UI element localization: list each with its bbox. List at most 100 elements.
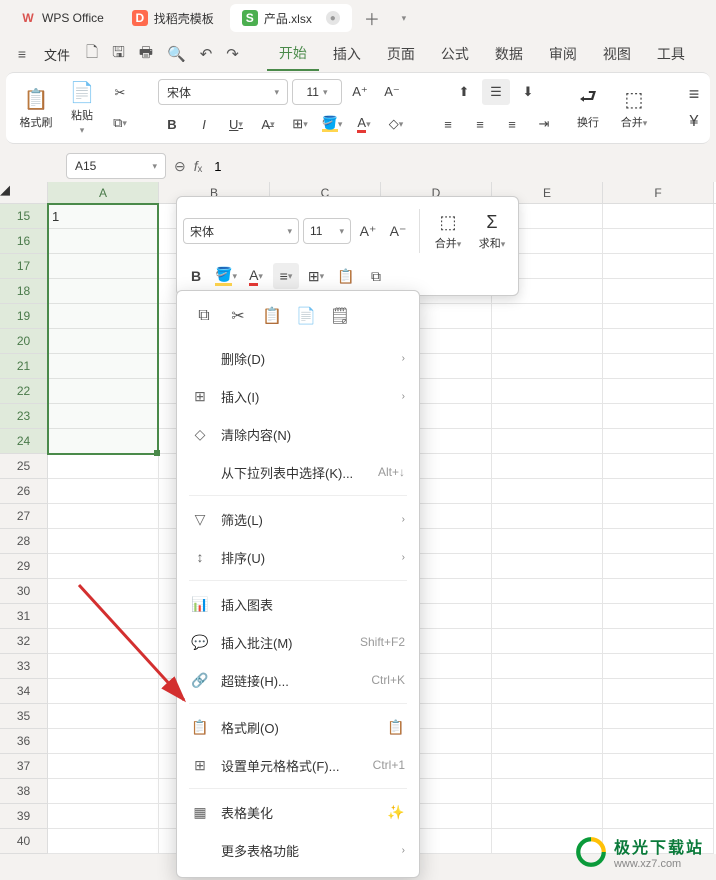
tab-tools[interactable]: 工具 bbox=[645, 38, 697, 70]
cell[interactable] bbox=[603, 604, 714, 629]
cell[interactable] bbox=[603, 654, 714, 679]
decrease-font-icon[interactable]: A⁻ bbox=[385, 218, 411, 244]
ctx-hyperlink[interactable]: 🔗超链接(H)...Ctrl+K bbox=[177, 661, 419, 699]
cancel-icon[interactable]: ⊖ bbox=[174, 158, 186, 175]
cell[interactable] bbox=[48, 804, 159, 829]
cell[interactable] bbox=[603, 579, 714, 604]
cell[interactable] bbox=[603, 379, 714, 404]
font-color-icon[interactable]: A▾ bbox=[350, 111, 378, 137]
new-tab-button[interactable]: ＋ bbox=[360, 6, 384, 30]
mini-size-select[interactable]: 11▾ bbox=[303, 218, 351, 244]
cell[interactable] bbox=[603, 429, 714, 454]
cell[interactable] bbox=[603, 204, 714, 229]
tab-data[interactable]: 数据 bbox=[483, 38, 535, 70]
row-header[interactable]: 37 bbox=[0, 754, 48, 779]
cell[interactable] bbox=[492, 554, 603, 579]
row-header[interactable]: 20 bbox=[0, 329, 48, 354]
currency-icon[interactable]: ≡ bbox=[680, 81, 708, 107]
tab-review[interactable]: 审阅 bbox=[537, 38, 589, 70]
cell[interactable] bbox=[48, 229, 159, 254]
cell[interactable] bbox=[603, 804, 714, 829]
row-header[interactable]: 38 bbox=[0, 779, 48, 804]
cell[interactable] bbox=[603, 704, 714, 729]
cell[interactable] bbox=[603, 254, 714, 279]
ctx-sort[interactable]: ↕排序(U)› bbox=[177, 538, 419, 576]
cell[interactable] bbox=[492, 504, 603, 529]
cell[interactable] bbox=[492, 329, 603, 354]
row-header[interactable]: 23 bbox=[0, 404, 48, 429]
row-header[interactable]: 16 bbox=[0, 229, 48, 254]
row-header[interactable]: 25 bbox=[0, 454, 48, 479]
ctx-clear[interactable]: ◇清除内容(N) bbox=[177, 415, 419, 453]
cell[interactable] bbox=[603, 404, 714, 429]
cell[interactable] bbox=[48, 379, 159, 404]
increase-font-icon[interactable]: A⁺ bbox=[355, 218, 381, 244]
cell[interactable] bbox=[492, 454, 603, 479]
cell[interactable] bbox=[492, 479, 603, 504]
cell[interactable] bbox=[603, 304, 714, 329]
name-box[interactable]: A15▾ bbox=[66, 153, 166, 179]
row-header[interactable]: 35 bbox=[0, 704, 48, 729]
tab-document[interactable]: S 产品.xlsx ● bbox=[230, 4, 352, 32]
row-header[interactable]: 21 bbox=[0, 354, 48, 379]
cell[interactable] bbox=[48, 654, 159, 679]
cell[interactable] bbox=[603, 554, 714, 579]
cell[interactable] bbox=[48, 529, 159, 554]
decrease-font-icon[interactable]: A⁻ bbox=[378, 79, 406, 105]
cut-icon[interactable]: ✂ bbox=[106, 80, 134, 106]
row-header[interactable]: 26 bbox=[0, 479, 48, 504]
cell[interactable] bbox=[48, 329, 159, 354]
fill-color-icon[interactable]: 🪣▾ bbox=[318, 111, 346, 137]
paste-format-icon[interactable]: ⧉ bbox=[363, 263, 389, 289]
tab-view[interactable]: 视图 bbox=[591, 38, 643, 70]
cell[interactable] bbox=[48, 354, 159, 379]
cell[interactable] bbox=[603, 279, 714, 304]
row-header[interactable]: 36 bbox=[0, 729, 48, 754]
cell[interactable] bbox=[48, 254, 159, 279]
row-header[interactable]: 17 bbox=[0, 254, 48, 279]
cell[interactable] bbox=[492, 629, 603, 654]
cell[interactable] bbox=[603, 329, 714, 354]
cell[interactable] bbox=[492, 379, 603, 404]
cell[interactable] bbox=[492, 779, 603, 804]
cell[interactable] bbox=[492, 429, 603, 454]
ctx-insert-chart[interactable]: 📊插入图表 bbox=[177, 585, 419, 623]
row-header[interactable]: 18 bbox=[0, 279, 48, 304]
cell[interactable] bbox=[603, 629, 714, 654]
undo-icon[interactable]: ↶ bbox=[194, 45, 219, 63]
ctx-filter[interactable]: ▽筛选(L)› bbox=[177, 500, 419, 538]
currency-format[interactable]: ¥ bbox=[680, 109, 708, 135]
cell[interactable] bbox=[603, 454, 714, 479]
cell[interactable] bbox=[603, 504, 714, 529]
cell[interactable] bbox=[48, 704, 159, 729]
cut-icon[interactable]: ✂ bbox=[225, 303, 251, 329]
col-header[interactable]: A bbox=[48, 182, 159, 203]
row-header[interactable]: 39 bbox=[0, 804, 48, 829]
cell[interactable] bbox=[48, 454, 159, 479]
col-header[interactable]: F bbox=[603, 182, 714, 203]
formula-input[interactable] bbox=[210, 153, 716, 179]
copy-icon[interactable]: ⧉▾ bbox=[106, 110, 134, 136]
paste-icon[interactable]: 📋 bbox=[259, 303, 285, 329]
close-icon[interactable]: ● bbox=[326, 11, 340, 25]
cell[interactable] bbox=[48, 504, 159, 529]
new-icon[interactable]: 🗋 bbox=[80, 42, 104, 67]
ctx-delete[interactable]: 删除(D)› bbox=[177, 339, 419, 377]
tab-templates[interactable]: D 找稻壳模板 bbox=[120, 4, 226, 32]
font-size-select[interactable]: 11▾ bbox=[292, 79, 342, 105]
ctx-from-list[interactable]: 从下拉列表中选择(K)...Alt+↓ bbox=[177, 453, 419, 491]
row-header[interactable]: 33 bbox=[0, 654, 48, 679]
cell[interactable] bbox=[48, 404, 159, 429]
cell[interactable] bbox=[48, 279, 159, 304]
underline-icon[interactable]: U▾ bbox=[222, 111, 250, 137]
row-header[interactable]: 32 bbox=[0, 629, 48, 654]
cell[interactable] bbox=[492, 579, 603, 604]
tab-menu-button[interactable]: ▾ bbox=[392, 6, 416, 30]
ctx-table-beautify[interactable]: ▦表格美化✨ bbox=[177, 793, 419, 831]
cell[interactable] bbox=[48, 679, 159, 704]
cell[interactable] bbox=[492, 404, 603, 429]
cell[interactable] bbox=[492, 529, 603, 554]
cell[interactable] bbox=[48, 304, 159, 329]
cell[interactable]: 1 bbox=[48, 204, 159, 229]
row-header[interactable]: 22 bbox=[0, 379, 48, 404]
